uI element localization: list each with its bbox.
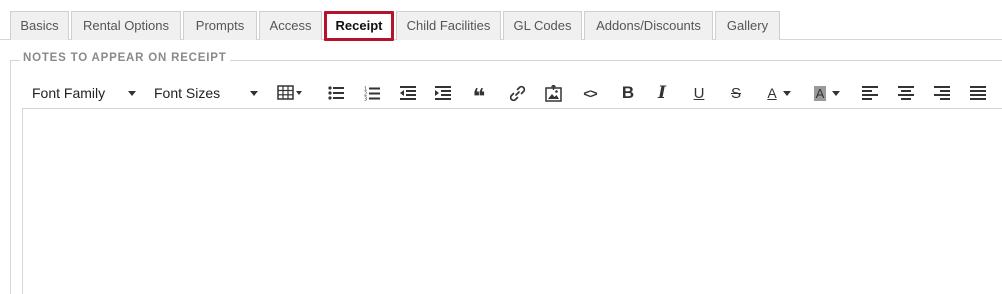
- bullet-list-button[interactable]: [322, 78, 350, 108]
- font-sizes-dropdown[interactable]: Font Sizes: [144, 78, 262, 108]
- highlight-icon: A: [813, 85, 827, 101]
- blockquote-button[interactable]: ❝: [465, 78, 493, 108]
- justify-button[interactable]: [964, 78, 992, 108]
- editor-toolbar: Font Family Font Sizes 1 2 3 ❝ <> B I U …: [22, 78, 1002, 108]
- chevron-down-icon: [250, 91, 258, 96]
- align-left-icon: [862, 86, 878, 100]
- align-right-icon: [934, 86, 950, 100]
- outdent-button[interactable]: [394, 78, 422, 108]
- align-left-button[interactable]: [856, 78, 884, 108]
- underline-button[interactable]: U: [685, 78, 713, 108]
- tab-rental-options[interactable]: Rental Options: [71, 11, 181, 40]
- tab-basics[interactable]: Basics: [10, 11, 69, 40]
- align-center-icon: [898, 86, 914, 100]
- italic-icon: I: [658, 83, 666, 103]
- bold-icon: B: [621, 83, 635, 102]
- chevron-down-icon: [128, 91, 136, 96]
- text-color-dropdown[interactable]: A: [760, 78, 798, 108]
- align-justify-icon: [970, 86, 986, 100]
- code-icon: <>: [583, 85, 597, 101]
- numbered-list-button[interactable]: 1 2 3: [358, 78, 386, 108]
- quote-icon: ❝: [472, 84, 486, 109]
- highlight-color-dropdown[interactable]: A: [807, 78, 847, 108]
- bullet-list-icon: [328, 86, 344, 100]
- align-center-button[interactable]: [892, 78, 920, 108]
- italic-button[interactable]: I: [648, 78, 676, 108]
- insert-image-button[interactable]: [539, 78, 567, 108]
- tab-bar: Basics Rental Options Prompts Access Rec…: [0, 0, 1002, 41]
- insert-link-button[interactable]: [503, 78, 531, 108]
- insert-table-button[interactable]: [272, 78, 308, 108]
- tab-gl-codes[interactable]: GL Codes: [503, 11, 582, 40]
- chevron-down-icon: [832, 90, 841, 96]
- tab-access[interactable]: Access: [259, 11, 322, 40]
- strikethrough-button[interactable]: S: [722, 78, 750, 108]
- section-legend: NOTES TO APPEAR ON RECEIPT: [20, 52, 230, 64]
- bold-button[interactable]: B: [614, 78, 642, 108]
- table-icon: [277, 85, 302, 100]
- indent-button[interactable]: [429, 78, 457, 108]
- tab-child-facilities[interactable]: Child Facilities: [396, 11, 501, 40]
- receipt-notes-editor[interactable]: [22, 108, 1002, 294]
- tab-addons-discounts[interactable]: Addons/Discounts: [584, 11, 713, 40]
- text-color-icon: A: [767, 85, 777, 101]
- font-sizes-label: Font Sizes: [154, 85, 221, 101]
- indent-icon: [435, 86, 451, 100]
- align-right-button[interactable]: [928, 78, 956, 108]
- link-icon: [509, 85, 525, 101]
- tab-gallery[interactable]: Gallery: [715, 11, 780, 40]
- font-family-dropdown[interactable]: Font Family: [22, 78, 140, 108]
- image-icon: [544, 84, 562, 102]
- strikethrough-icon: S: [730, 84, 741, 102]
- numbered-list-icon: 1 2 3: [364, 86, 380, 101]
- tab-receipt[interactable]: Receipt: [324, 11, 394, 41]
- underline-icon: U: [693, 84, 705, 102]
- chevron-down-icon: [782, 90, 791, 96]
- tab-prompts[interactable]: Prompts: [183, 11, 257, 40]
- svg-text:3: 3: [364, 96, 367, 101]
- font-family-label: Font Family: [32, 85, 106, 101]
- code-view-button[interactable]: <>: [576, 78, 604, 108]
- outdent-icon: [400, 86, 416, 100]
